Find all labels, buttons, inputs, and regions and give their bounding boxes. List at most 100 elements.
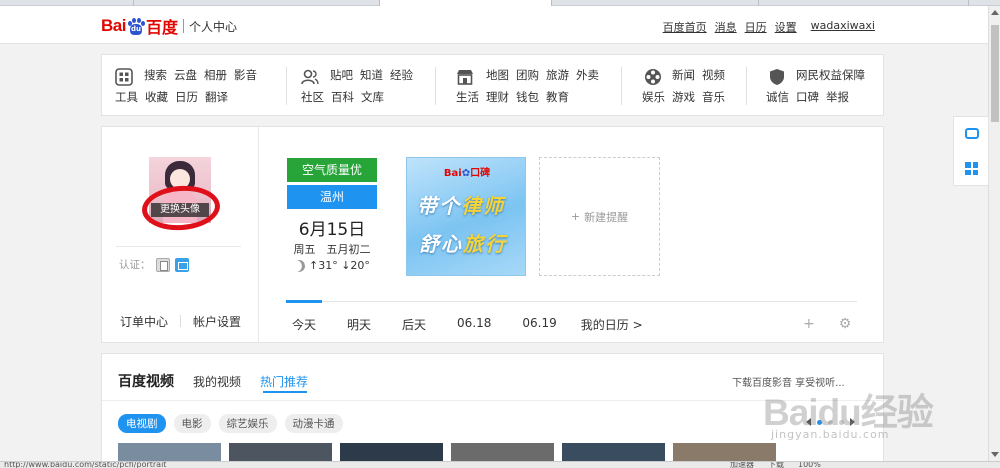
feedback-icon[interactable] [965,128,979,139]
new-reminder-label: 新建提醒 [584,210,629,224]
link-baidu-home[interactable]: 百度首页 [663,19,707,35]
nav-baike[interactable]: 百科 [331,89,354,105]
logo-du-text: du [129,23,142,35]
nav-news[interactable]: 新闻 [672,67,695,83]
logo-subtitle: 个人中心 [188,19,237,34]
air-quality-badge[interactable]: 空气质量优 [287,158,377,182]
nav-entertainment-label[interactable]: 娱乐 [642,89,665,105]
shop-icon [457,70,473,85]
nav-group-life: 地图 团购 旅游 外卖 生活 理财 钱包 教育 [456,64,626,108]
nav-travel[interactable]: 旅游 [546,67,569,83]
nav-divider [435,67,436,105]
my-calendar-link[interactable]: 我的日历 > [581,316,643,333]
scroll-up-icon[interactable] [991,10,999,15]
tab-day-after[interactable]: 后天 [402,316,426,333]
tab-0618[interactable]: 06.18 [457,316,491,333]
banner-line-2: 舒心旅行 [419,232,507,256]
tab-0619[interactable]: 06.19 [522,316,556,333]
new-reminder-button[interactable]: + 新建提醒 [539,157,660,276]
tab-tomorrow[interactable]: 明天 [347,316,371,333]
nav-groupbuy[interactable]: 团购 [516,67,539,83]
status-accelerator[interactable]: 加速器 [730,462,754,468]
gear-icon[interactable]: ⚙ [839,316,852,332]
chip-movies[interactable]: 电影 [173,414,211,433]
chip-tv-series[interactable]: 电视剧 [118,414,166,433]
nav-finance[interactable]: 理财 [486,89,509,105]
nav-video[interactable]: 视频 [702,67,725,83]
nav-translate[interactable]: 翻译 [205,89,228,105]
status-zoom[interactable]: 100% [798,462,821,468]
nav-takeout[interactable]: 外卖 [576,67,599,83]
nav-media[interactable]: 影音 [234,67,257,83]
scroll-down-icon[interactable] [991,452,999,457]
day-tabs: 今天 明天 后天 06.18 06.19 我的日历 > [292,316,674,333]
account-settings-link[interactable]: 帐户设置 [181,313,253,330]
nav-report[interactable]: 举报 [826,89,849,105]
nav-games[interactable]: 游戏 [672,89,695,105]
link-calendar[interactable]: 日历 [745,19,767,35]
link-settings[interactable]: 设置 [775,19,797,35]
top-links: 百度首页 消息 日历 设置 wadaxiwaxi [663,19,875,35]
nav-divider [621,67,622,105]
nav-rights-protection[interactable]: 网民权益保障 [796,67,865,83]
top-bar: Bai du 百度 个人中心 百度首页 消息 日历 设置 wadaxiwaxi [0,6,988,44]
nav-album[interactable]: 相册 [204,67,227,83]
nav-community-label[interactable]: 社区 [301,89,324,105]
plus-icon: + [570,210,581,223]
verify-label: 认证： [119,259,151,271]
nav-wenku[interactable]: 文库 [361,89,384,105]
nav-reputation[interactable]: 口碑 [796,89,819,105]
nav-tieba[interactable]: 贴吧 [330,67,353,83]
moon-icon [291,258,306,273]
nav-map[interactable]: 地图 [486,67,509,83]
apps-grid-icon[interactable] [965,162,978,175]
nav-group-entertainment: 新闻 视频 娱乐 游戏 音乐 [642,64,742,108]
status-downloads[interactable]: 下载 [768,462,784,468]
nav-integrity[interactable]: 诚信 [766,89,789,105]
nav-wallet[interactable]: 钱包 [516,89,539,105]
tabs-underline [286,301,857,302]
username-link[interactable]: wadaxiwaxi [811,19,875,35]
logo-bai-text: Bai [101,16,126,35]
profile-panel: 更换头像 认证： 订单中心 帐户设置 空气质量优 温州 6月15日 周五 五月初… [101,126,884,343]
city-badge[interactable]: 温州 [287,185,377,209]
active-tab-indicator [286,300,322,303]
status-items: 加速器 下载 100% [730,462,821,468]
nav-group-community: 贴吧 知道 经验 社区 百科 文库 [301,64,431,108]
nav-calendar[interactable]: 日历 [175,89,198,105]
promo-banner[interactable]: Bai✿口碑 带个律师 舒心旅行 [406,157,526,276]
chip-anime[interactable]: 动漫卡通 [284,414,343,433]
link-messages[interactable]: 消息 [715,19,737,35]
order-center-link[interactable]: 订单中心 [108,313,180,330]
nav-education[interactable]: 教育 [546,89,569,105]
scrollbar-thumb[interactable] [991,25,999,122]
logo-baidu-text: 百度 [145,18,178,37]
shield-icon [770,69,784,85]
floating-sidebar [953,116,989,186]
video-header: 百度视频 我的视频 热门推荐 [118,371,308,393]
tab-hot-recommend[interactable]: 热门推荐 [260,373,308,390]
nav-netdisk[interactable]: 云盘 [174,67,197,83]
baidu-logo[interactable]: Bai du 百度 个人中心 [101,15,237,37]
chip-variety[interactable]: 综艺娱乐 [218,414,277,433]
nav-favorites[interactable]: 收藏 [145,89,168,105]
phone-verify-icon[interactable] [155,257,170,272]
tab-today[interactable]: 今天 [292,316,316,333]
mail-verify-icon[interactable] [174,257,189,272]
watermark-url: jingyan.baidu.com [771,428,890,441]
vertical-scrollbar[interactable] [988,6,1000,461]
nav-group-tools: 搜索 云盘 相册 影音 工具 收藏 日历 翻译 [115,64,285,108]
watermark: Baidu经验 jingyan.baidu.com [745,378,945,463]
tab-my-videos[interactable]: 我的视频 [193,373,241,390]
nav-divider [746,67,747,105]
account-links: 订单中心 帐户设置 [102,313,259,330]
nav-search[interactable]: 搜索 [144,67,167,83]
weather-row: ↑31° ↓20° [293,259,370,272]
nav-music[interactable]: 音乐 [702,89,725,105]
nav-zhidao[interactable]: 知道 [360,67,383,83]
nav-life-label[interactable]: 生活 [456,89,479,105]
video-title: 百度视频 [118,374,174,390]
add-icon[interactable]: + [803,316,815,332]
nav-jingyan[interactable]: 经验 [390,67,413,83]
nav-tools-label[interactable]: 工具 [115,89,138,105]
